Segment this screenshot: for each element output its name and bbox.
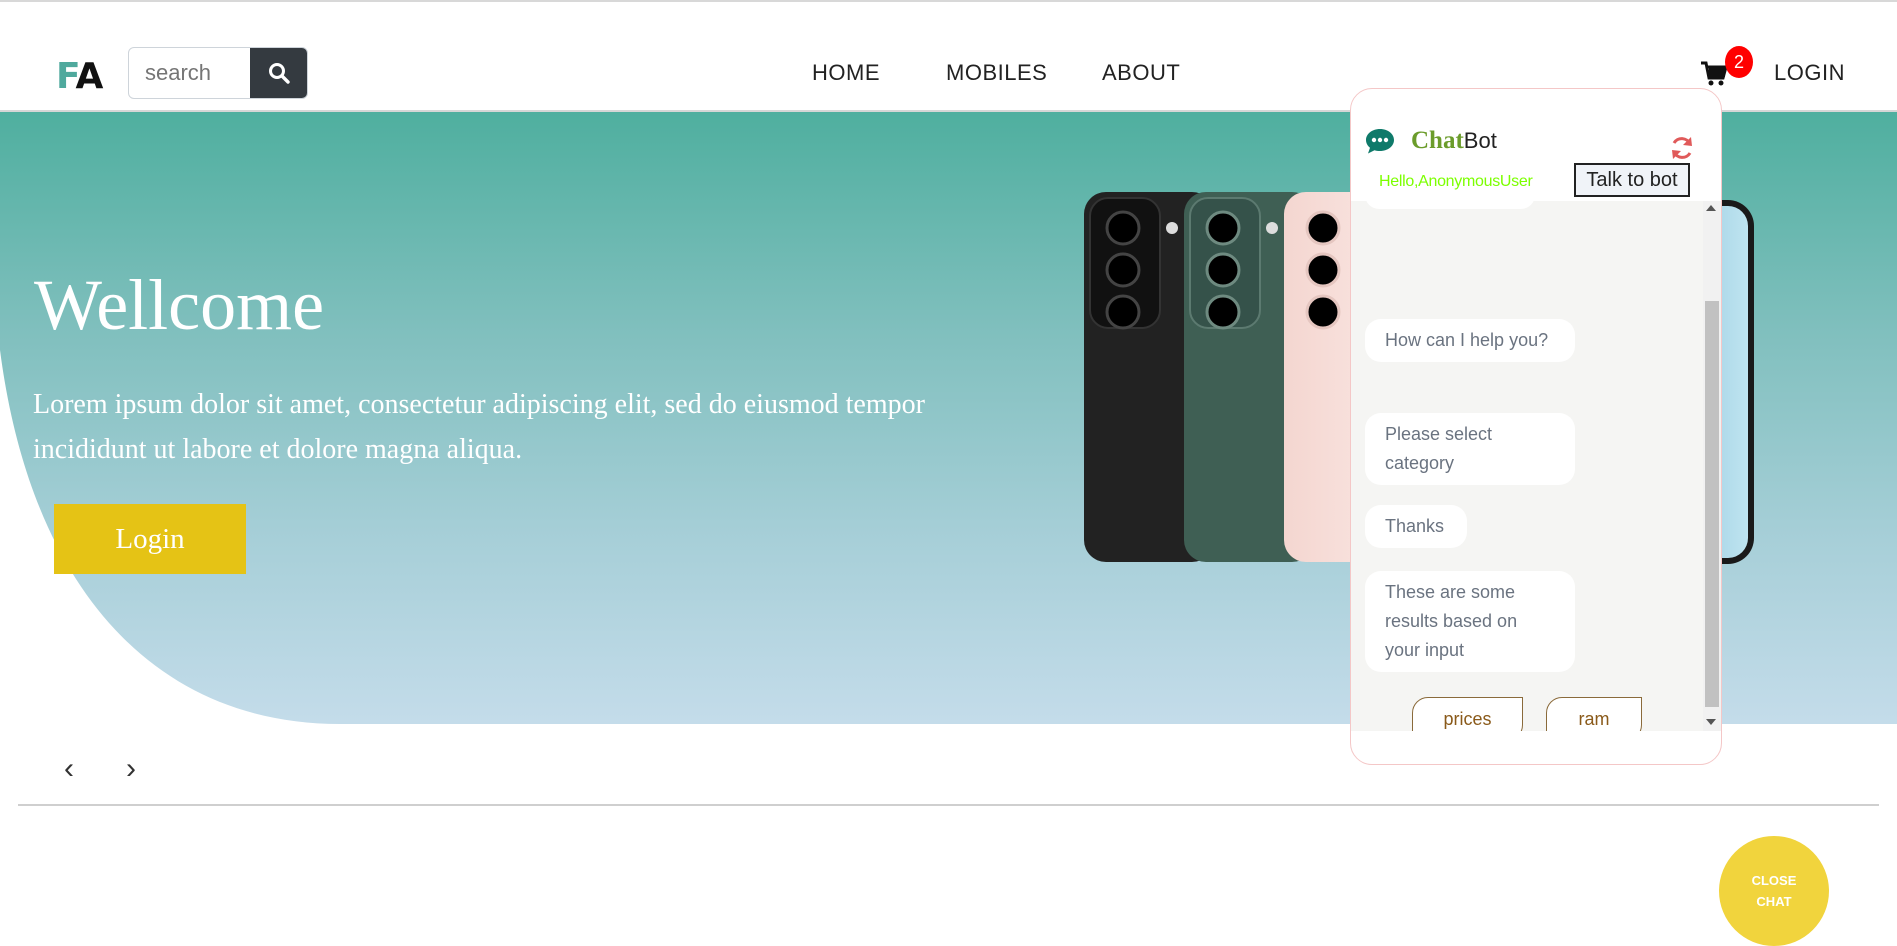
option-prices[interactable]: prices bbox=[1412, 697, 1523, 731]
bot-message: Thanks bbox=[1365, 505, 1467, 548]
talk-to-bot-button[interactable]: Talk to bot bbox=[1574, 163, 1690, 197]
chat-scrollbar[interactable] bbox=[1703, 201, 1721, 731]
option-ram[interactable]: ram bbox=[1546, 697, 1642, 731]
logo[interactable]: FA bbox=[56, 56, 103, 97]
close-chat-label-line2: CHAT bbox=[1756, 894, 1792, 909]
chat-messages: How can I help you? Please select catego… bbox=[1351, 201, 1703, 731]
nav-login[interactable]: LOGIN bbox=[1774, 60, 1845, 86]
chatbot-window: ChatBot Hello,AnonymousUser Talk to bot … bbox=[1350, 88, 1722, 765]
chatbot-title-chat: Chat bbox=[1411, 127, 1464, 154]
nav-home[interactable]: HOME bbox=[812, 60, 880, 86]
bot-message: Please select category bbox=[1365, 413, 1575, 485]
close-chat-button[interactable]: CLOSE CHAT bbox=[1719, 836, 1829, 946]
logo-letter-a: A bbox=[75, 56, 103, 97]
bot-message: How can I help you? bbox=[1365, 319, 1575, 362]
carousel-prev-arrow[interactable]: ‹ bbox=[64, 752, 74, 786]
search-button[interactable] bbox=[250, 48, 307, 98]
search-icon bbox=[268, 63, 290, 84]
scroll-up-arrow-icon[interactable] bbox=[1706, 205, 1716, 211]
bot-message: These are some results based on your inp… bbox=[1365, 571, 1575, 672]
nav-about[interactable]: ABOUT bbox=[1102, 60, 1180, 86]
nav-mobiles[interactable]: MOBILES bbox=[946, 60, 1047, 86]
greeting-text: Hello,AnonymousUser bbox=[1379, 173, 1533, 190]
search-box bbox=[128, 47, 308, 99]
chatbot-title-bot: Bot bbox=[1463, 128, 1497, 153]
chat-bubble-icon bbox=[1366, 129, 1394, 154]
hero-login-button[interactable]: Login bbox=[54, 504, 246, 574]
refresh-icon[interactable] bbox=[1669, 135, 1695, 161]
section-divider bbox=[18, 804, 1879, 806]
hero-text: Lorem ipsum dolor sit amet, consectetur … bbox=[33, 389, 925, 465]
chatbot-title: ChatBot bbox=[1411, 127, 1497, 155]
hero-title: Wellcome bbox=[34, 265, 325, 345]
search-input[interactable] bbox=[129, 48, 251, 98]
cart-count-badge: 2 bbox=[1725, 46, 1753, 78]
scroll-thumb[interactable] bbox=[1705, 301, 1719, 707]
scroll-down-arrow-icon[interactable] bbox=[1706, 719, 1716, 725]
logo-letter-f: F bbox=[56, 56, 76, 97]
carousel-next-arrow[interactable]: › bbox=[126, 752, 136, 786]
previous-message-bubble bbox=[1365, 201, 1535, 209]
close-chat-label-line1: CLOSE bbox=[1751, 873, 1797, 888]
